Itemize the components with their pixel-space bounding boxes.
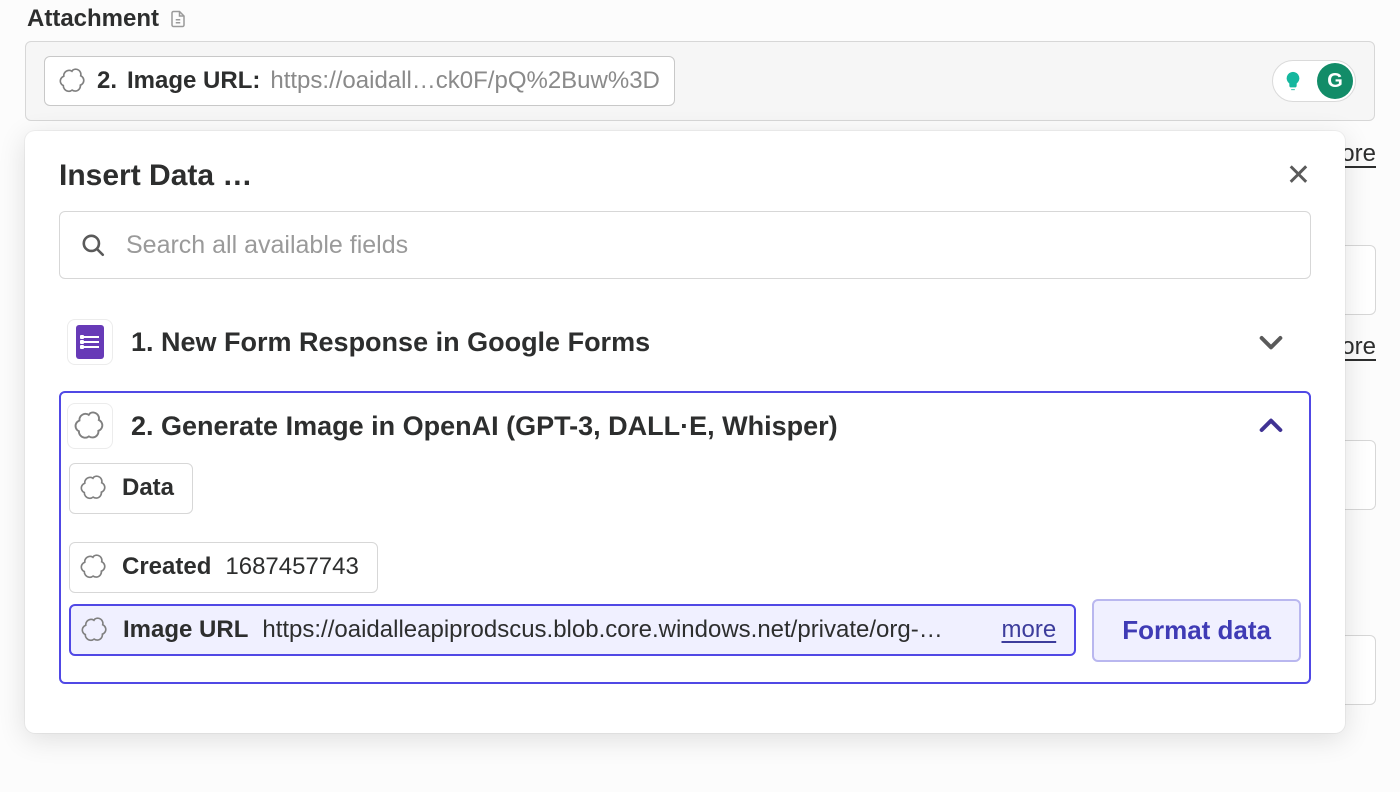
chevron-down-icon <box>1255 326 1287 358</box>
attachment-token[interactable]: 2. Image URL: https://oaidall…ck0F/pQ%2B… <box>44 56 675 106</box>
attachment-input[interactable]: 2. Image URL: https://oaidall…ck0F/pQ%2B… <box>25 41 1375 121</box>
chevron-up-icon <box>1255 410 1287 442</box>
grammarly-logo-icon[interactable]: G <box>1317 63 1353 99</box>
document-icon <box>169 10 187 28</box>
field-chip-image-url[interactable]: Image URL https://oaidalleapiprodscus.bl… <box>69 604 1076 657</box>
openai-icon <box>80 474 108 502</box>
chip-label: Created <box>122 553 211 582</box>
chip-value: 1687457743 <box>225 553 358 582</box>
search-icon <box>80 232 106 258</box>
source-openai: 2. Generate Image in OpenAI (GPT-3, DALL… <box>59 391 1311 684</box>
search-field[interactable] <box>59 211 1311 279</box>
source-google-forms: 1. New Form Response in Google Forms <box>59 307 1311 377</box>
openai-icon <box>74 410 106 442</box>
field-chip-created[interactable]: Created 1687457743 <box>69 542 378 593</box>
source-header[interactable]: 2. Generate Image in OpenAI (GPT-3, DALL… <box>61 393 1309 459</box>
source-header[interactable]: 1. New Form Response in Google Forms <box>61 309 1309 375</box>
openai-icon <box>81 616 109 644</box>
more-link[interactable]: more <box>1002 616 1057 645</box>
format-data-button[interactable]: Format data <box>1092 599 1301 662</box>
google-forms-icon <box>67 319 113 365</box>
selected-field-row: Image URL https://oaidalleapiprodscus.bl… <box>61 593 1309 662</box>
grammarly-suggestion-icon[interactable] <box>1275 63 1311 99</box>
field-chips: Data Created 1687457743 <box>61 459 1309 593</box>
token-label: Image URL: <box>127 67 260 95</box>
field-label: Attachment <box>27 5 1375 33</box>
field-label-text: Attachment <box>27 5 159 33</box>
search-input[interactable] <box>124 230 1290 261</box>
source-title: 2. Generate Image in OpenAI (GPT-3, DALL… <box>131 411 1237 442</box>
popover-title: Insert Data … <box>59 159 252 193</box>
openai-icon <box>80 553 108 581</box>
chip-label: Data <box>122 474 174 503</box>
token-value: https://oaidall…ck0F/pQ%2Buw%3D <box>270 67 660 95</box>
close-icon[interactable]: ✕ <box>1286 161 1311 191</box>
field-chip-data[interactable]: Data <box>69 463 193 514</box>
chip-value: https://oaidalleapiprodscus.blob.core.wi… <box>262 616 973 645</box>
openai-icon <box>59 67 87 95</box>
openai-app-icon <box>67 403 113 449</box>
token-step: 2. <box>97 67 117 95</box>
chip-label: Image URL <box>123 616 248 645</box>
insert-data-popover: Insert Data … ✕ 1. New Form Response in … <box>25 131 1345 733</box>
grammarly-widget[interactable]: G <box>1272 60 1356 102</box>
source-title: 1. New Form Response in Google Forms <box>131 327 1237 358</box>
